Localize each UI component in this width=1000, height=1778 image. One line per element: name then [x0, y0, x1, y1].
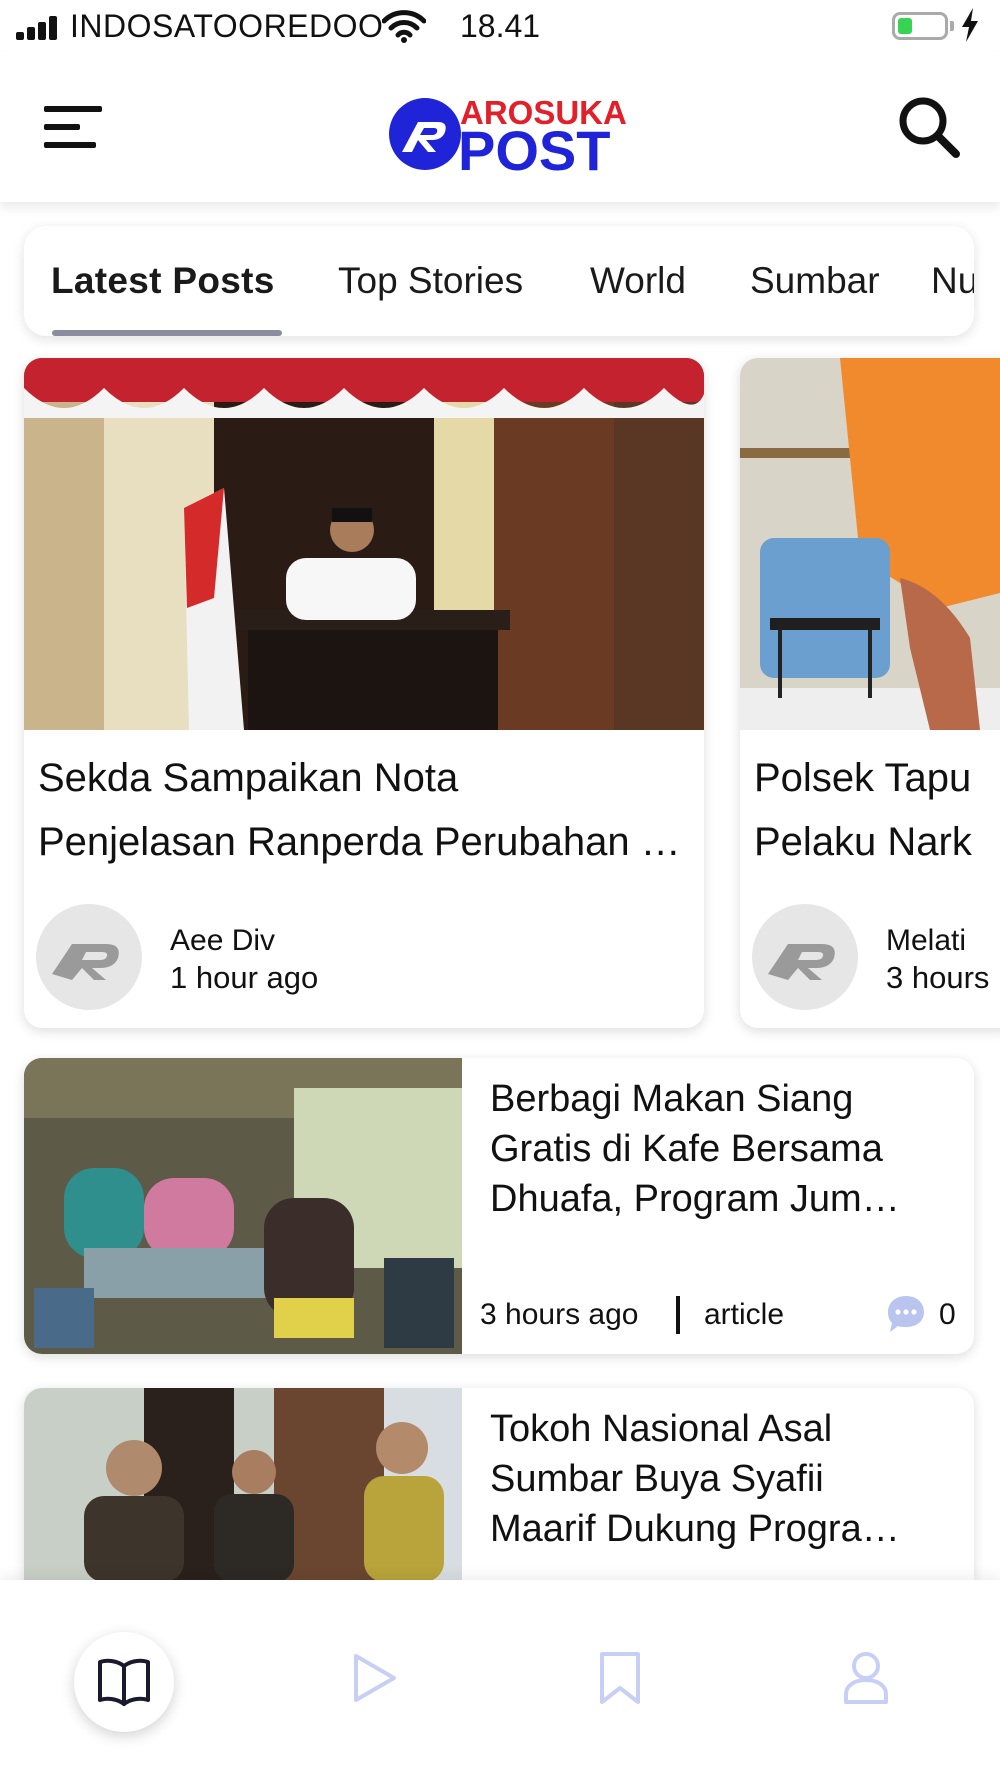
- tab-latest-posts[interactable]: Latest Posts: [51, 260, 275, 302]
- app-logo: AROSUKA POST: [388, 88, 638, 182]
- signal-icon: [16, 16, 66, 40]
- nav-home-button[interactable]: [74, 1632, 174, 1732]
- featured-title[interactable]: Sekda Sampaikan Nota Penjelasan Ranperda…: [38, 746, 698, 874]
- post-time: 1 hour ago: [170, 960, 319, 995]
- author-name: Aee Div: [170, 924, 276, 957]
- post-time: 3 hours ago: [480, 1298, 639, 1331]
- logo-text-bottom: POST: [458, 119, 610, 174]
- app-header: AROSUKA POST: [0, 52, 1000, 202]
- featured-title[interactable]: Polsek Tapu Pelaku Nark: [754, 746, 994, 874]
- bottom-nav: [0, 1580, 1000, 1778]
- battery-icon: [892, 12, 948, 40]
- tab-top-stories[interactable]: Top Stories: [338, 260, 523, 302]
- list-item-image[interactable]: [24, 1058, 462, 1354]
- featured-card[interactable]: Polsek Tapu Pelaku Nark Melati 3 hours: [740, 358, 1000, 1028]
- list-item-image[interactable]: [24, 1388, 462, 1582]
- comment-count: 0: [939, 1298, 956, 1331]
- status-bar: INDOSATOOREDOO 18.41: [0, 0, 1000, 52]
- featured-image[interactable]: [24, 358, 704, 730]
- active-tab-indicator: [52, 330, 282, 336]
- post-time: 3 hours: [886, 960, 990, 995]
- list-item-title[interactable]: Berbagi Makan Siang Gratis di Kafe Bersa…: [490, 1074, 940, 1224]
- list-item[interactable]: Tokoh Nasional Asal Sumbar Buya Syafii M…: [24, 1388, 974, 1582]
- search-icon[interactable]: [896, 94, 962, 160]
- wifi-icon: [382, 10, 426, 43]
- user-icon[interactable]: [838, 1650, 894, 1706]
- tab-sumbar[interactable]: Sumbar: [750, 260, 880, 302]
- author-avatar: [36, 904, 142, 1010]
- tab-nu[interactable]: Nu: [931, 260, 974, 302]
- clock: 18.41: [460, 8, 541, 44]
- play-icon[interactable]: [346, 1650, 402, 1706]
- featured-card[interactable]: Sekda Sampaikan Nota Penjelasan Ranperda…: [24, 358, 704, 1028]
- author-name: Melati: [886, 924, 967, 957]
- comment-icon[interactable]: [886, 1294, 926, 1334]
- author-avatar: [752, 904, 858, 1010]
- featured-image[interactable]: [740, 358, 1000, 730]
- hamburger-icon[interactable]: [44, 102, 104, 152]
- bookmark-icon[interactable]: [592, 1650, 648, 1706]
- charging-icon: [962, 8, 978, 42]
- list-item[interactable]: Berbagi Makan Siang Gratis di Kafe Bersa…: [24, 1058, 974, 1354]
- book-icon[interactable]: [96, 1654, 152, 1710]
- battery-nub: [950, 21, 954, 31]
- meta-separator: [676, 1296, 680, 1334]
- category-tabs: Latest Posts Top Stories World Sumbar Nu: [24, 226, 974, 336]
- post-category[interactable]: article: [704, 1298, 784, 1332]
- tab-world[interactable]: World: [590, 260, 686, 302]
- list-item-title[interactable]: Tokoh Nasional Asal Sumbar Buya Syafii M…: [490, 1404, 940, 1554]
- carrier-name: INDOSATOOREDOO: [70, 8, 384, 44]
